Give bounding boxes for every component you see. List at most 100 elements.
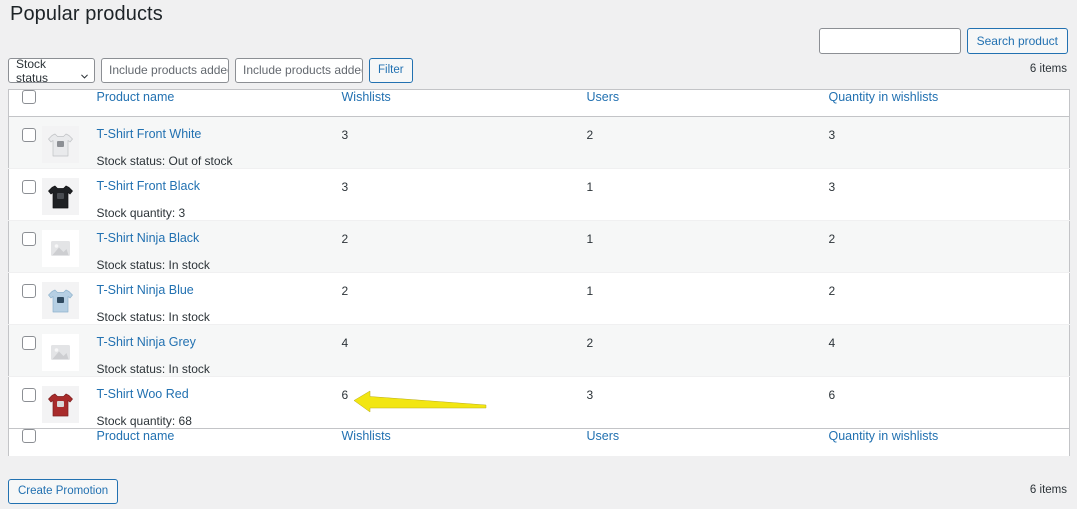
select-all-header [9, 90, 42, 117]
placeholder-image-thumb [41, 334, 79, 371]
date-after-input[interactable]: Include products added a [101, 58, 229, 83]
footer-wishlists-link[interactable]: Wishlists [342, 429, 391, 443]
table-footer: Product name Wishlists Users Quantity in… [8, 428, 1070, 456]
row-select-cell [9, 273, 42, 325]
table-row: T-Shirt Ninja Grey Stock status: In stock… [8, 324, 1070, 377]
search-input[interactable] [818, 28, 961, 54]
footer-quantity: Quantity in wishlists [829, 429, 1070, 456]
product-stock-status: Stock quantity: 3 [96, 206, 186, 220]
quantity-in-wishlists-value: 6 [828, 388, 836, 402]
row-checkbox[interactable] [22, 336, 36, 350]
wishlists-value: 2 [341, 284, 349, 298]
quantity-in-wishlists-value: 3 [828, 180, 836, 194]
quantity-in-wishlists-value: 4 [828, 336, 836, 350]
users-value: 2 [586, 128, 594, 142]
products-table: Product name Wishlists Users Quantity in… [8, 89, 1070, 456]
select-all-footer [9, 429, 42, 456]
product-name-cell: T-Shirt Ninja Black Stock status: In stoc… [97, 221, 342, 273]
row-select-cell [9, 169, 42, 221]
row-checkbox[interactable] [22, 128, 36, 142]
create-promotion-button[interactable]: Create Promotion [8, 479, 119, 504]
product-name-link[interactable]: T-Shirt Front White [97, 127, 342, 141]
users-value: 2 [586, 336, 594, 350]
row-checkbox[interactable] [22, 284, 36, 298]
wishlists-value: 4 [341, 336, 349, 350]
header-wishlists-link[interactable]: Wishlists [342, 90, 391, 104]
select-all-checkbox[interactable] [22, 90, 36, 104]
row-checkbox[interactable] [22, 232, 36, 246]
product-thumbnail-cell [41, 169, 97, 221]
table-row: T-Shirt Front Black Stock quantity: 3 3 1 3 [8, 168, 1070, 221]
tshirt-black-thumb [41, 178, 79, 215]
product-name-cell: T-Shirt Woo Red Stock quantity: 68 [97, 377, 342, 429]
product-name-cell: T-Shirt Front Black Stock quantity: 3 [97, 169, 342, 221]
product-thumbnail-cell [41, 117, 97, 169]
page-title: Popular products [10, 3, 163, 25]
footer-product-name-link[interactable]: Product name [97, 429, 175, 443]
header-users-link[interactable]: Users [587, 90, 620, 104]
product-name-cell: T-Shirt Front White Stock status: Out of … [97, 117, 342, 169]
search-product-button[interactable]: Search product [966, 28, 1068, 54]
header-quantity: Quantity in wishlists [829, 90, 1070, 117]
table-row: T-Shirt Front White Stock status: Out of … [8, 116, 1070, 169]
date-before-input[interactable]: Include products added b [235, 58, 363, 83]
popular-products-page: Popular products Search product 6 items … [0, 0, 1077, 509]
items-count-bottom: 6 items [1029, 484, 1067, 496]
search-area: Search product [818, 28, 1068, 54]
product-thumbnail-cell [41, 377, 97, 429]
filter-button[interactable]: Filter [369, 58, 413, 83]
product-name-link[interactable]: T-Shirt Ninja Black [97, 231, 342, 245]
quantity-in-wishlists-value: 3 [828, 128, 836, 142]
select-all-checkbox-footer[interactable] [22, 429, 36, 443]
table-row: T-Shirt Ninja Black Stock status: In stoc… [8, 220, 1070, 273]
tshirt-white-thumb [41, 126, 79, 163]
chevron-down-icon [81, 69, 88, 79]
placeholder-image-thumb [41, 230, 79, 267]
stock-status-select[interactable]: Stock status [8, 56, 95, 85]
stock-status-label: Stock status [16, 56, 49, 85]
users-value: 1 [586, 180, 594, 194]
row-select-cell [9, 221, 42, 273]
items-count-top: 6 items [1029, 63, 1067, 75]
product-stock-status: Stock status: In stock [96, 310, 210, 324]
product-stock-status: Stock quantity: 68 [96, 414, 192, 428]
footer-users-link[interactable]: Users [587, 429, 620, 443]
tshirt-red-thumb [41, 386, 79, 423]
row-checkbox[interactable] [22, 180, 36, 194]
product-stock-status: Stock status: In stock [96, 362, 210, 376]
thumbnail-header [42, 90, 97, 117]
wishlists-value: 3 [341, 128, 349, 142]
users-value: 1 [586, 232, 594, 246]
row-checkbox[interactable] [22, 388, 36, 402]
wishlists-value: 2 [341, 232, 349, 246]
footer-quantity-link[interactable]: Quantity in wishlists [829, 429, 939, 443]
footer-product-name: Product name [97, 429, 342, 456]
users-value: 3 [586, 388, 594, 402]
product-stock-status: Stock status: In stock [96, 258, 210, 272]
quantity-in-wishlists-value: 2 [828, 232, 836, 246]
product-thumbnail-cell [41, 325, 97, 377]
table-header-row: Product name Wishlists Users Quantity in… [8, 89, 1070, 117]
product-name-cell: T-Shirt Ninja Grey Stock status: In stock [97, 325, 342, 377]
product-name-cell: T-Shirt Ninja Blue Stock status: In stock [97, 273, 342, 325]
row-select-cell [9, 117, 42, 169]
thumbnail-footer [42, 429, 97, 456]
header-quantity-link[interactable]: Quantity in wishlists [829, 90, 939, 104]
table-body: T-Shirt Front White Stock status: Out of … [8, 116, 1070, 429]
product-name-link[interactable]: T-Shirt Woo Red [97, 387, 342, 401]
row-select-cell [9, 377, 42, 429]
table-row: T-Shirt Ninja Blue Stock status: In stock… [8, 272, 1070, 325]
header-users: Users [587, 90, 829, 117]
product-name-link[interactable]: T-Shirt Ninja Grey [97, 335, 342, 349]
quantity-in-wishlists-value: 2 [828, 284, 836, 298]
footer-wishlists: Wishlists [342, 429, 587, 456]
product-name-link[interactable]: T-Shirt Ninja Blue [97, 283, 342, 297]
product-name-link[interactable]: T-Shirt Front Black [97, 179, 342, 193]
table-row: T-Shirt Woo Red Stock quantity: 68 6 3 6 [8, 376, 1070, 429]
users-value: 1 [586, 284, 594, 298]
product-thumbnail-cell [41, 221, 97, 273]
product-thumbnail-cell [41, 273, 97, 325]
header-wishlists: Wishlists [342, 90, 587, 117]
header-product-name-link[interactable]: Product name [97, 90, 175, 104]
filter-bar: Stock status Include products added a In… [8, 56, 413, 85]
